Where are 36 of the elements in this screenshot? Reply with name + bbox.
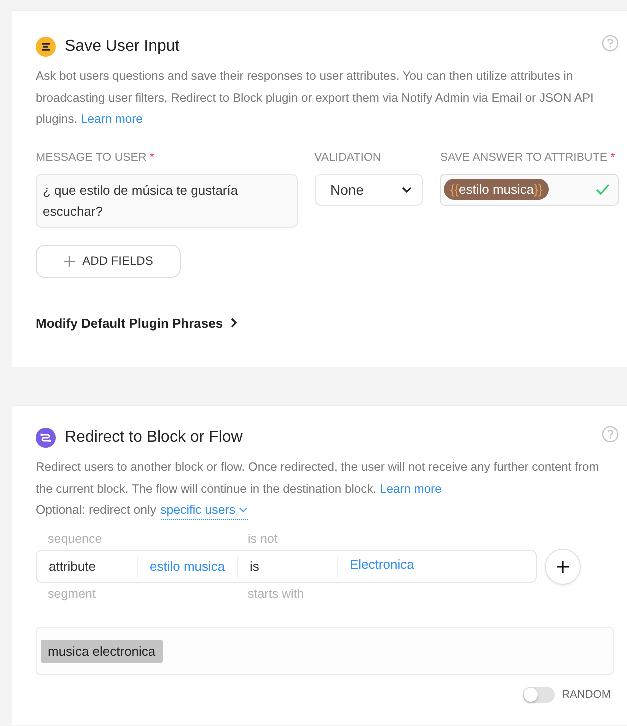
help-icon[interactable] [602,34,619,52]
attribute-chip[interactable]: {{estilo musica}} [444,179,549,200]
plugin-title: Redirect to Block or Flow [65,429,244,447]
plugin-title: Save User Input [65,38,181,56]
plugin-description: Ask bot users questions and save their responses to user attributes. You can then utilize attributes in broadcasting user filters, Redirect to Block plugin or export them via Notify Admin via Email or JSON API plugins. Learn more [36,68,595,128]
toggle-label: RANDOM [562,689,611,701]
check-icon [596,184,610,195]
block-field[interactable]: musica electronica [36,627,614,675]
condition-text: attribute [37,556,138,578]
field-label: MESSAGE TO USER * [36,152,156,164]
field-label: SAVE ANSWER TO ATTRIBUTE * [440,152,616,164]
validation-select[interactable]: None [314,174,424,206]
optional-text: Optional: redirect only [36,502,157,519]
message-field[interactable]: ¿ que estilo de música te gustaría escuchar? [36,174,298,228]
plus-icon [64,256,75,266]
chevron-down-icon [402,186,412,192]
list-icon [36,37,56,57]
learn-more-link[interactable]: Learn more [81,112,143,126]
redirect-icon [36,428,56,448]
add-fields-button[interactable]: ADD FIELDS [36,244,181,278]
condition-row[interactable]: attribute estilo musica is Electronica [36,550,537,583]
condition-text: is [238,556,338,578]
specific-users-link[interactable]: specific users [160,500,248,520]
attribute-field[interactable]: {{estilo musica}} [440,174,619,206]
plugin-phrases-link[interactable]: Modify Default Plugin Phrases [36,316,238,330]
help-icon[interactable] [602,426,619,442]
condition-value[interactable]: estilo musica [138,556,238,578]
condition-value[interactable]: Electronica [338,554,426,576]
chevron-down-icon [238,506,248,512]
add-condition-button[interactable] [545,548,581,584]
field-label: VALIDATION [314,152,382,164]
block-tag[interactable]: musica electronica [41,640,163,662]
chevron-right-icon [231,318,238,328]
random-toggle[interactable] [523,687,556,703]
learn-more-link[interactable]: Learn more [380,482,442,496]
plus-icon [557,560,569,572]
